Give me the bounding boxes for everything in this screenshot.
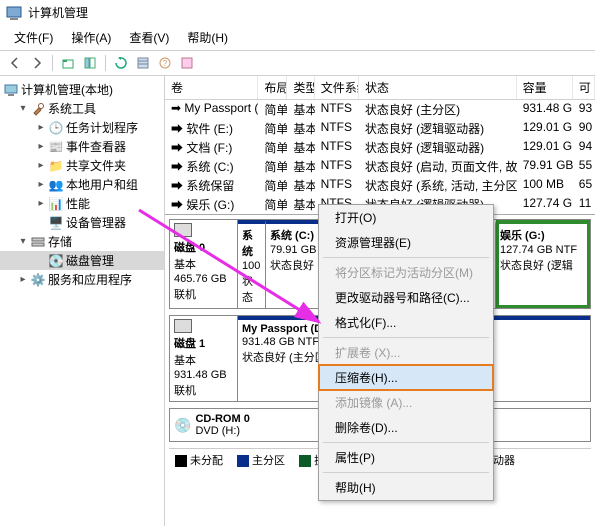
table-row[interactable]: ➡ My Passport (D:)简单基本NTFS状态良好 (主分区)931.… bbox=[165, 100, 595, 119]
table-row[interactable]: ➡ 系统 (C:)简单基本NTFS状态良好 (启动, 页面文件, 故障转储, 主… bbox=[165, 157, 595, 176]
tools-icon bbox=[31, 102, 45, 116]
folder-icon: 📁 bbox=[49, 159, 63, 173]
tree: 计算机管理(本地) ▾ 系统工具 ▸🕒任务计划程序 ▸📰事件查看器 ▸📁共享文件… bbox=[0, 80, 164, 289]
ctx-properties[interactable]: 属性(P) bbox=[319, 445, 493, 470]
tree-event-viewer[interactable]: ▸📰事件查看器 bbox=[0, 137, 164, 156]
tree-root[interactable]: 计算机管理(本地) bbox=[0, 80, 164, 99]
tree-task-scheduler[interactable]: ▸🕒任务计划程序 bbox=[0, 118, 164, 137]
tree-local-users[interactable]: ▸👥本地用户和组 bbox=[0, 175, 164, 194]
volume-grid-body: ➡ My Passport (D:)简单基本NTFS状态良好 (主分区)931.… bbox=[165, 100, 595, 214]
tree-services[interactable]: ▸⚙️服务和应用程序 bbox=[0, 270, 164, 289]
properties-icon[interactable] bbox=[178, 54, 196, 72]
chevron-right-icon[interactable]: ▸ bbox=[18, 274, 28, 285]
ctx-mark-active: 将分区标记为活动分区(M) bbox=[319, 260, 493, 285]
chevron-right-icon[interactable]: ▸ bbox=[36, 141, 46, 152]
clock-icon: 🕒 bbox=[49, 121, 63, 135]
context-menu: 打开(O) 资源管理器(E) 将分区标记为活动分区(M) 更改驱动器号和路径(C… bbox=[318, 204, 494, 501]
gear-icon: ⚙️ bbox=[31, 273, 45, 287]
table-row[interactable]: ➡ 系统保留简单基本NTFS状态良好 (系统, 活动, 主分区)100 MB65 bbox=[165, 176, 595, 195]
ctx-add-mirror: 添加镜像 (A)... bbox=[319, 390, 493, 415]
titlebar: 计算机管理 bbox=[0, 0, 595, 25]
disk-1-label: 磁盘 1 基本 931.48 GB 联机 bbox=[170, 316, 238, 401]
col-status[interactable]: 状态 bbox=[359, 76, 517, 99]
view-list-icon[interactable] bbox=[134, 54, 152, 72]
disk-icon bbox=[174, 319, 192, 333]
title: 计算机管理 bbox=[28, 4, 88, 21]
part-g[interactable]: 娱乐 (G:) 127.74 GB NTF 状态良好 (逻辑 bbox=[496, 220, 590, 308]
menu-file[interactable]: 文件(F) bbox=[6, 27, 61, 48]
perf-icon: 📊 bbox=[49, 197, 63, 211]
part-reserved[interactable]: 系统 100 状态 bbox=[238, 220, 266, 308]
tree-device-mgr[interactable]: 🖥️设备管理器 bbox=[0, 213, 164, 232]
chevron-right-icon[interactable]: ▸ bbox=[36, 198, 46, 209]
help-icon[interactable]: ? bbox=[156, 54, 174, 72]
volume-grid-header: 卷 布局 类型 文件系统 状态 容量 可 bbox=[165, 76, 595, 100]
show-hide-icon[interactable] bbox=[81, 54, 99, 72]
chevron-right-icon[interactable]: ▸ bbox=[36, 179, 46, 190]
tree-storage[interactable]: ▾ 存储 bbox=[0, 232, 164, 251]
chevron-down-icon[interactable]: ▾ bbox=[18, 103, 28, 114]
refresh-icon[interactable] bbox=[112, 54, 130, 72]
back-icon[interactable] bbox=[6, 54, 24, 72]
menu-help[interactable]: 帮助(H) bbox=[179, 27, 236, 48]
col-volume[interactable]: 卷 bbox=[165, 76, 258, 99]
forward-icon[interactable] bbox=[28, 54, 46, 72]
computer-icon bbox=[4, 83, 18, 97]
col-type[interactable]: 类型 bbox=[287, 76, 314, 99]
ctx-delete-vol[interactable]: 删除卷(D)... bbox=[319, 415, 493, 440]
users-icon: 👥 bbox=[49, 178, 63, 192]
app-icon bbox=[6, 5, 22, 21]
tree-shared-folders[interactable]: ▸📁共享文件夹 bbox=[0, 156, 164, 175]
ctx-extend: 扩展卷 (X)... bbox=[319, 340, 493, 365]
menu-action[interactable]: 操作(A) bbox=[63, 27, 119, 48]
cd-icon: 💿 bbox=[174, 417, 191, 434]
chevron-down-icon[interactable]: ▾ bbox=[18, 236, 28, 247]
chevron-right-icon[interactable]: ▸ bbox=[36, 122, 46, 133]
ctx-help[interactable]: 帮助(H) bbox=[319, 475, 493, 500]
col-fs[interactable]: 文件系统 bbox=[315, 76, 359, 99]
event-icon: 📰 bbox=[49, 140, 63, 154]
tree-performance[interactable]: ▸📊性能 bbox=[0, 194, 164, 213]
svg-text:?: ? bbox=[163, 59, 168, 68]
ctx-explorer[interactable]: 资源管理器(E) bbox=[319, 230, 493, 255]
col-capacity[interactable]: 容量 bbox=[517, 76, 573, 99]
toolbar: ? bbox=[0, 51, 595, 76]
up-icon[interactable] bbox=[59, 54, 77, 72]
table-row[interactable]: ➡ 文档 (F:)简单基本NTFS状态良好 (逻辑驱动器)129.01 GB94 bbox=[165, 138, 595, 157]
tree-systools[interactable]: ▾ 系统工具 bbox=[0, 99, 164, 118]
sidebar: 计算机管理(本地) ▾ 系统工具 ▸🕒任务计划程序 ▸📰事件查看器 ▸📁共享文件… bbox=[0, 76, 165, 526]
storage-icon bbox=[31, 235, 45, 249]
col-free[interactable]: 可 bbox=[573, 76, 595, 99]
disk-icon bbox=[174, 223, 192, 237]
menu-view[interactable]: 查看(V) bbox=[121, 27, 177, 48]
ctx-open[interactable]: 打开(O) bbox=[319, 205, 493, 230]
col-layout[interactable]: 布局 bbox=[258, 76, 287, 99]
table-row[interactable]: ➡ 软件 (E:)简单基本NTFS状态良好 (逻辑驱动器)129.01 GB90 bbox=[165, 119, 595, 138]
ctx-format[interactable]: 格式化(F)... bbox=[319, 310, 493, 335]
disk-0-label: 磁盘 0 基本 465.76 GB 联机 bbox=[170, 220, 238, 308]
chevron-right-icon[interactable]: ▸ bbox=[36, 160, 46, 171]
ctx-change-letter[interactable]: 更改驱动器号和路径(C)... bbox=[319, 285, 493, 310]
tree-diskmgmt[interactable]: 💽磁盘管理 bbox=[0, 251, 164, 270]
device-icon: 🖥️ bbox=[49, 216, 63, 230]
disk-icon: 💽 bbox=[49, 254, 63, 268]
ctx-shrink[interactable]: 压缩卷(H)... bbox=[319, 365, 493, 390]
menubar: 文件(F) 操作(A) 查看(V) 帮助(H) bbox=[0, 25, 595, 51]
